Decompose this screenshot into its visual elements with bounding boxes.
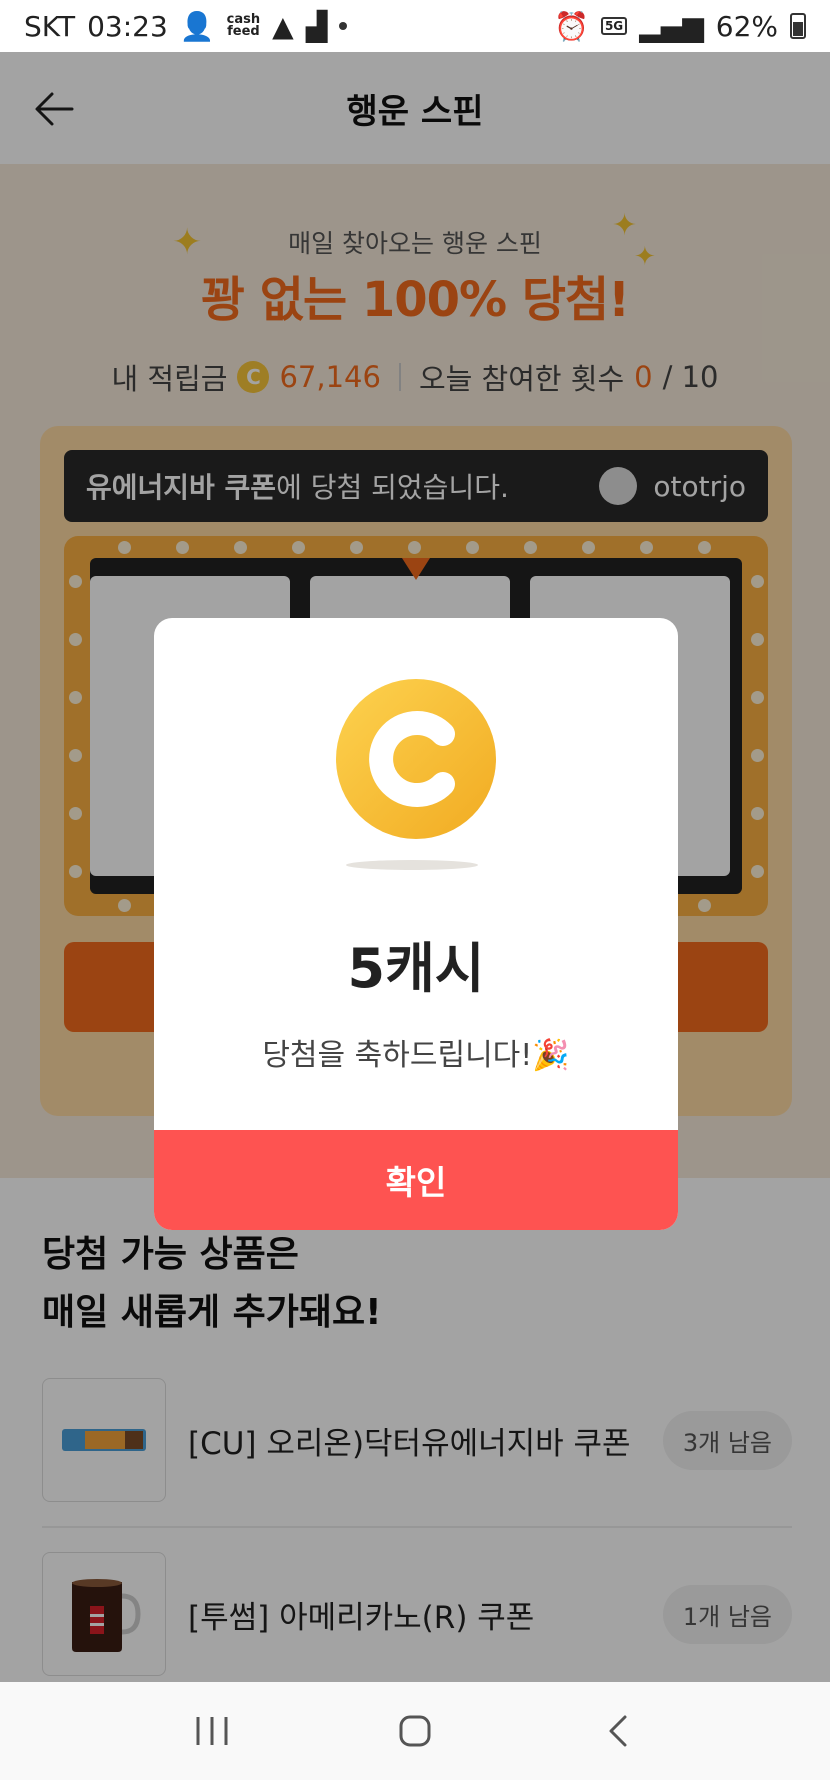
network-type-icon: 5G — [600, 17, 628, 35]
prize-amount: 5캐시 — [347, 937, 485, 1000]
chevron-left-icon — [609, 1715, 627, 1747]
system-nav-bar — [0, 1682, 830, 1780]
home-button[interactable] — [385, 1701, 445, 1761]
cashfeed-icon: cash feed — [227, 13, 260, 39]
cashfeed-icon-line2: feed — [227, 24, 260, 39]
tree-icon: ▲ — [272, 9, 294, 43]
prize-modal: 5캐시 당첨을 축하드립니다!🎉 확인 — [154, 618, 678, 1230]
coin-shadow — [346, 860, 478, 870]
recent-apps-button[interactable] — [182, 1701, 242, 1761]
clock: 03:23 — [87, 9, 168, 43]
steps-icon: ▟ — [305, 9, 328, 43]
cash-coin-icon — [336, 679, 496, 839]
home-icon — [399, 1715, 431, 1747]
status-bar: SKT 03:23 👤 cash feed ▲ ▟ ⏰ 5G ▂▄▆ 62% — [0, 0, 830, 52]
congrats-message: 당첨을 축하드립니다!🎉 — [262, 1038, 570, 1073]
more-notifications-dot-icon — [339, 22, 348, 30]
system-back-button[interactable] — [588, 1701, 648, 1761]
signal-icon: ▂▄▆ — [639, 9, 704, 43]
confirm-button[interactable]: 확인 — [154, 1130, 678, 1230]
carrier-label: SKT — [24, 9, 76, 43]
notification-person-icon: 👤 — [179, 9, 215, 43]
alarm-icon: ⏰ — [554, 9, 589, 43]
status-right: ⏰ 5G ▂▄▆ 62% — [554, 10, 806, 43]
battery-percent: 62% — [715, 9, 778, 43]
battery-icon — [790, 13, 806, 39]
recent-apps-icon — [196, 1717, 228, 1745]
status-left: SKT 03:23 👤 cash feed ▲ ▟ — [24, 9, 348, 43]
